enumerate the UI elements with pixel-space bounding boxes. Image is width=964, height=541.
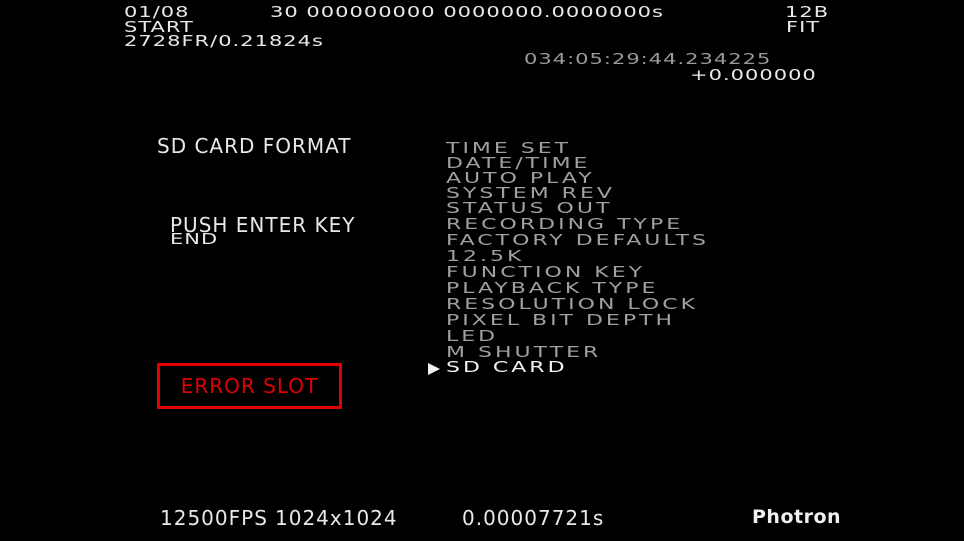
menu-item-factory-defaults[interactable]: FACTORY DEFAULTS [446, 233, 709, 248]
menu-item-12-5k[interactable]: 12.5K [446, 249, 524, 264]
shutter-readout: 0.00007721s [462, 506, 605, 530]
menu-item-playback-type[interactable]: PLAYBACK TYPE [446, 281, 658, 296]
photron-logo: Photron [752, 506, 842, 528]
fps-readout: 12500FPS [160, 506, 268, 530]
error-slot-label: ERROR SLOT [180, 374, 319, 398]
end-option[interactable]: END [170, 232, 218, 247]
timecode-offset: +0.000000 [690, 66, 817, 84]
timecode: 034:05:29:44.234225 [524, 50, 772, 68]
selection-cursor-icon [428, 363, 440, 375]
resolution-readout: 1024x1024 [275, 506, 398, 530]
menu-item-status-out[interactable]: STATUS OUT [446, 201, 612, 216]
frame-count: 2728FR/0.21824s [124, 32, 324, 50]
menu-item-function-key[interactable]: FUNCTION KEY [446, 265, 645, 280]
trigger-info: 30 000000000 0000000.0000000s [270, 3, 664, 21]
camera-osd-screen: 01/08 START 2728FR/0.21824s 30 000000000… [0, 0, 964, 541]
menu-item-recording-type[interactable]: RECORDING TYPE [446, 217, 683, 232]
fit-indicator: FIT [786, 18, 821, 36]
menu-item-pixel-bit-depth[interactable]: PIXEL BIT DEPTH [446, 313, 675, 328]
error-slot-box: ERROR SLOT [157, 363, 342, 409]
menu-item-sd-card[interactable]: SD CARD [446, 360, 568, 375]
sd-card-format-title: SD CARD FORMAT [157, 134, 352, 158]
menu-item-resolution-lock[interactable]: RESOLUTION LOCK [446, 297, 698, 312]
menu-item-led[interactable]: LED [446, 329, 498, 344]
